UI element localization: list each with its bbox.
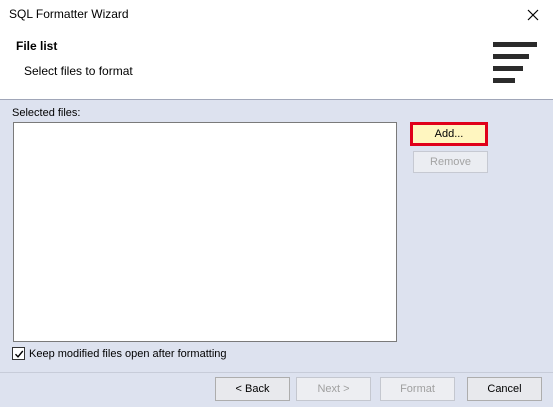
keep-open-label: Keep modified files open after formattin… xyxy=(29,347,227,360)
page-subtitle: Select files to format xyxy=(24,64,133,78)
add-button[interactable]: Add... xyxy=(410,122,488,146)
wizard-content: Selected files: Add... Remove Keep modif… xyxy=(0,100,553,372)
format-button[interactable]: Format xyxy=(380,377,455,401)
cancel-button[interactable]: Cancel xyxy=(467,377,542,401)
wizard-footer: < Back Next > Format Cancel xyxy=(0,372,553,407)
close-button[interactable] xyxy=(513,0,553,30)
window-title: SQL Formatter Wizard xyxy=(9,7,129,21)
wizard-header: File list Select files to format xyxy=(0,30,553,100)
keep-open-checkbox-row[interactable]: Keep modified files open after formattin… xyxy=(12,347,227,360)
next-button[interactable]: Next > xyxy=(296,377,371,401)
back-button[interactable]: < Back xyxy=(215,377,290,401)
sql-formatter-wizard-window: SQL Formatter Wizard File list Select fi… xyxy=(0,0,553,407)
remove-button[interactable]: Remove xyxy=(413,151,488,173)
checkmark-icon xyxy=(14,350,23,358)
close-icon xyxy=(527,9,539,21)
page-title: File list xyxy=(16,39,58,53)
text-align-left-icon xyxy=(493,42,537,83)
selected-files-label: Selected files: xyxy=(12,107,81,119)
title-bar: SQL Formatter Wizard xyxy=(0,0,553,30)
selected-files-list[interactable] xyxy=(13,122,397,342)
keep-open-checkbox[interactable] xyxy=(12,347,25,360)
